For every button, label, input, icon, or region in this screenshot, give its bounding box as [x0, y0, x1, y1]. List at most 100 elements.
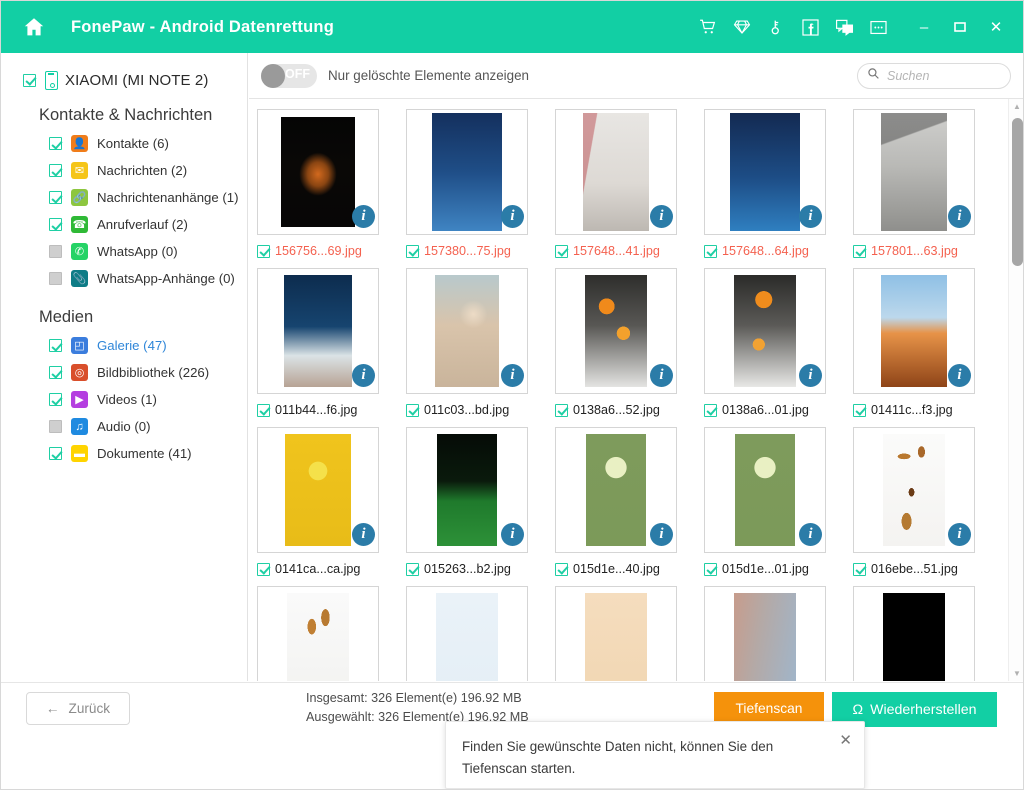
gallery-item-checkbox[interactable]	[555, 244, 568, 258]
gallery-item-checkbox[interactable]	[257, 244, 270, 258]
home-icon[interactable]	[19, 12, 49, 42]
info-icon[interactable]: i	[501, 205, 524, 228]
info-icon[interactable]: i	[799, 523, 822, 546]
gallery-item-checkbox[interactable]	[853, 403, 866, 417]
info-icon[interactable]: i	[650, 364, 673, 387]
sidebar-item-checkbox[interactable]	[49, 272, 62, 285]
gallery-thumbnail[interactable]	[257, 586, 379, 681]
gallery-item-checkbox[interactable]	[555, 403, 568, 417]
sidebar-item-checkbox[interactable]	[49, 366, 62, 379]
gallery-item[interactable]: i 01411c...f3.jpg	[853, 268, 994, 421]
gallery-item-checkbox[interactable]	[853, 244, 866, 258]
gallery-item-checkbox[interactable]	[704, 562, 717, 576]
gallery-item-checkbox[interactable]	[257, 562, 270, 576]
sidebar-item-checkbox[interactable]	[49, 245, 62, 258]
gallery-item[interactable]: i 0141ca...ca.jpg	[257, 427, 398, 580]
sidebar-item-checkbox[interactable]	[49, 191, 62, 204]
sidebar-item-whatsapp-attachment[interactable]: 📎 WhatsApp-Anhänge (0)	[1, 265, 247, 292]
gallery-thumbnail[interactable]: i	[555, 109, 677, 235]
gallery-thumbnail[interactable]: i	[257, 109, 379, 235]
sidebar-item-checkbox[interactable]	[49, 447, 62, 460]
sidebar-item-contact[interactable]: 👤 Kontakte (6)	[1, 130, 247, 157]
sidebar-item-checkbox[interactable]	[49, 420, 62, 433]
sidebar-item-whatsapp[interactable]: ✆ WhatsApp (0)	[1, 238, 247, 265]
gallery-item[interactable]	[704, 586, 845, 681]
gallery-item[interactable]: i 157380...75.jpg	[406, 109, 547, 262]
scroll-up-arrow[interactable]: ▲	[1009, 99, 1023, 114]
gallery-thumbnail[interactable]: i	[406, 268, 528, 394]
facebook-icon[interactable]	[795, 12, 825, 42]
gallery-thumbnail[interactable]	[406, 586, 528, 681]
gallery-thumbnail[interactable]: i	[257, 268, 379, 394]
key-icon[interactable]	[761, 12, 791, 42]
back-button[interactable]: ← Zurück	[26, 692, 130, 725]
gallery-item[interactable]	[406, 586, 547, 681]
gallery-item[interactable]: i 0138a6...52.jpg	[555, 268, 696, 421]
maximize-button[interactable]	[945, 12, 975, 42]
gallery-item-checkbox[interactable]	[257, 403, 270, 417]
info-icon[interactable]: i	[799, 364, 822, 387]
info-icon[interactable]: i	[799, 205, 822, 228]
scroll-down-arrow[interactable]: ▼	[1009, 666, 1023, 681]
sidebar-item-documents[interactable]: ▬ Dokumente (41)	[1, 440, 247, 467]
gallery-thumbnail[interactable]	[853, 586, 975, 681]
gallery-item[interactable]: i 015d1e...40.jpg	[555, 427, 696, 580]
cart-icon[interactable]	[693, 12, 723, 42]
gallery-item[interactable]	[555, 586, 696, 681]
search-input[interactable]	[887, 68, 997, 83]
minimize-button[interactable]: –	[909, 12, 939, 42]
gallery-thumbnail[interactable]	[555, 586, 677, 681]
sidebar-item-call-history[interactable]: ☎ Anrufverlauf (2)	[1, 211, 247, 238]
info-icon[interactable]: i	[352, 205, 375, 228]
info-icon[interactable]: i	[650, 205, 673, 228]
gallery-item[interactable]: i 015d1e...01.jpg	[704, 427, 845, 580]
diamond-icon[interactable]	[727, 12, 757, 42]
sidebar-item-checkbox[interactable]	[49, 137, 62, 150]
more-icon[interactable]	[863, 12, 893, 42]
gallery-scrollbar[interactable]: ▲ ▼	[1008, 99, 1023, 681]
gallery-item[interactable]: i 016ebe...51.jpg	[853, 427, 994, 580]
gallery-item-checkbox[interactable]	[555, 562, 568, 576]
gallery-thumbnail[interactable]: i	[555, 268, 677, 394]
gallery-item-checkbox[interactable]	[704, 403, 717, 417]
scrollbar-track[interactable]	[1009, 114, 1023, 666]
info-icon[interactable]: i	[948, 364, 971, 387]
sidebar-item-audio[interactable]: ♫ Audio (0)	[1, 413, 247, 440]
gallery-thumbnail[interactable]: i	[704, 268, 826, 394]
gallery-item[interactable]: i 015263...b2.jpg	[406, 427, 547, 580]
sidebar-item-video[interactable]: ▶ Videos (1)	[1, 386, 247, 413]
scrollbar-thumb[interactable]	[1012, 118, 1023, 266]
info-icon[interactable]: i	[650, 523, 673, 546]
info-icon[interactable]: i	[352, 523, 375, 546]
sidebar-item-checkbox[interactable]	[49, 393, 62, 406]
feedback-icon[interactable]	[829, 12, 859, 42]
device-checkbox[interactable]	[23, 73, 36, 87]
tooltip-close-icon[interactable]: ✕	[839, 731, 852, 749]
sidebar-item-picture-library[interactable]: ◎ Bildbibliothek (226)	[1, 359, 247, 386]
gallery-item-checkbox[interactable]	[704, 244, 717, 258]
info-icon[interactable]: i	[948, 205, 971, 228]
sidebar-device-row[interactable]: XIAOMI (MI NOTE 2)	[1, 63, 247, 97]
sidebar-item-checkbox[interactable]	[49, 164, 62, 177]
gallery-thumbnail[interactable]: i	[257, 427, 379, 553]
gallery-item[interactable]	[257, 586, 398, 681]
gallery-item-checkbox[interactable]	[853, 562, 866, 576]
gallery-thumbnail[interactable]: i	[853, 109, 975, 235]
close-button[interactable]: ✕	[981, 12, 1011, 42]
search-box[interactable]	[857, 62, 1011, 89]
gallery-thumbnail[interactable]: i	[853, 427, 975, 553]
gallery-thumbnail[interactable]: i	[555, 427, 677, 553]
gallery-thumbnail[interactable]: i	[406, 427, 528, 553]
show-deleted-toggle[interactable]: OFF	[261, 63, 317, 88]
info-icon[interactable]: i	[501, 523, 524, 546]
sidebar-item-message[interactable]: ✉ Nachrichten (2)	[1, 157, 247, 184]
gallery-item-checkbox[interactable]	[406, 244, 419, 258]
sidebar-item-checkbox[interactable]	[49, 339, 62, 352]
gallery-thumbnail[interactable]	[704, 586, 826, 681]
gallery-thumbnail[interactable]: i	[704, 109, 826, 235]
info-icon[interactable]: i	[948, 523, 971, 546]
info-icon[interactable]: i	[501, 364, 524, 387]
gallery-item[interactable]: i 157648...41.jpg	[555, 109, 696, 262]
gallery-thumbnail[interactable]: i	[704, 427, 826, 553]
gallery-item[interactable]: i 156756...69.jpg	[257, 109, 398, 262]
